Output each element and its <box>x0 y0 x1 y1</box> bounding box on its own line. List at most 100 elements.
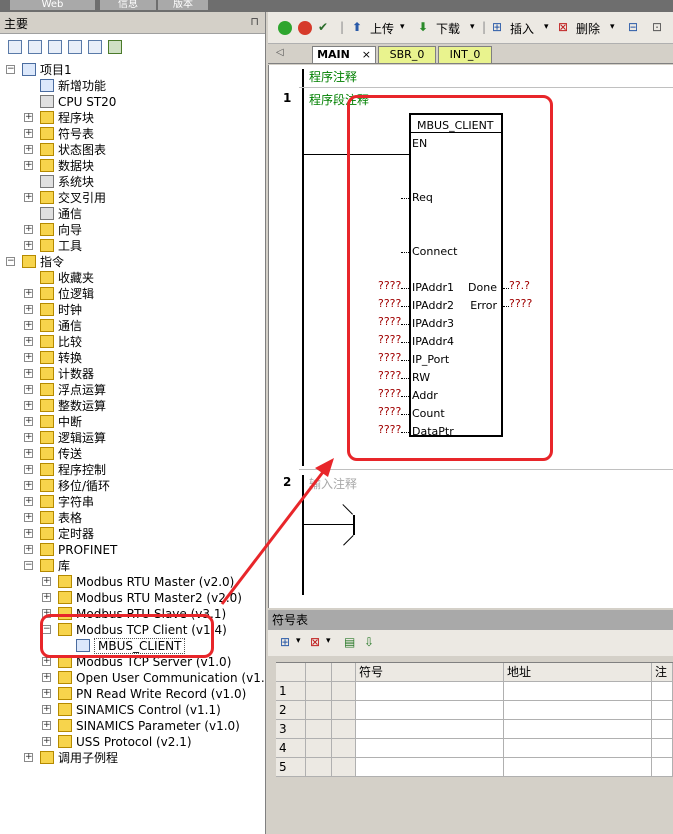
view-icon[interactable] <box>8 40 22 54</box>
tree-item[interactable]: + 状态图表 <box>0 142 265 158</box>
table-cell[interactable] <box>652 682 673 701</box>
table-cell[interactable] <box>306 720 332 739</box>
expand-icon[interactable]: + <box>24 529 33 538</box>
tree-item[interactable]: CPU ST20 <box>0 94 265 110</box>
tree-item[interactable]: + PROFINET <box>0 542 265 558</box>
expand-icon[interactable]: + <box>24 225 33 234</box>
stop-icon[interactable] <box>298 21 312 35</box>
list-icon[interactable] <box>88 40 102 54</box>
table-cell[interactable] <box>652 739 673 758</box>
expand-icon[interactable]: + <box>24 193 33 202</box>
collapse-icon[interactable]: − <box>24 561 33 570</box>
row-header[interactable]: 3 <box>276 720 306 739</box>
expand-icon[interactable]: + <box>42 705 51 714</box>
program-comment[interactable]: 程序注释 <box>309 68 357 85</box>
tree-item[interactable]: + 程序控制 <box>0 462 265 478</box>
tree-item[interactable]: + 整数运算 <box>0 398 265 414</box>
table-cell[interactable] <box>504 739 652 758</box>
expand-icon[interactable]: + <box>24 369 33 378</box>
symbol-table-grid[interactable]: 符号 地址注 1 2 3 4 5 <box>276 662 673 777</box>
tree-item[interactable]: + 定时器 <box>0 526 265 542</box>
tree-item[interactable]: 收藏夹 <box>0 270 265 286</box>
tree-item[interactable]: + 移位/循环 <box>0 478 265 494</box>
document-icon[interactable] <box>68 40 82 54</box>
expand-icon[interactable]: + <box>24 129 33 138</box>
insert-dropdown-icon[interactable]: ▾ <box>544 22 549 32</box>
chart-icon[interactable]: ▤ <box>344 635 355 649</box>
add-row-icon[interactable]: ⊞ <box>280 635 290 649</box>
expand-icon[interactable]: + <box>24 753 33 762</box>
info-tab[interactable]: 信息 <box>100 0 156 10</box>
tree-item[interactable]: + 转换 <box>0 350 265 366</box>
web-tab[interactable]: Web <box>10 0 95 10</box>
tree-item[interactable]: + USS Protocol (v2.1) <box>0 734 265 750</box>
insert-icon[interactable]: ⊞ <box>492 20 502 34</box>
table-cell[interactable] <box>356 682 504 701</box>
download-dropdown-icon[interactable]: ▾ <box>470 22 475 32</box>
apply-icon[interactable]: ⇩ <box>364 635 374 649</box>
expand-icon[interactable]: + <box>42 657 51 666</box>
tree-item[interactable]: + 程序块 <box>0 110 265 126</box>
add-dropdown-icon[interactable]: ▾ <box>296 636 301 646</box>
tree-item[interactable]: + 传送 <box>0 446 265 462</box>
tree-item[interactable]: + 工具 <box>0 238 265 254</box>
tree-item[interactable]: + Modbus RTU Master (v2.0) <box>0 574 265 590</box>
network-icon[interactable] <box>108 40 122 54</box>
table-cell[interactable] <box>652 701 673 720</box>
expand-icon[interactable]: + <box>42 689 51 698</box>
collapse-icon[interactable]: − <box>6 257 15 266</box>
table-cell[interactable] <box>332 701 356 720</box>
expand-icon[interactable]: + <box>24 161 33 170</box>
delete-row-icon[interactable]: ⊠ <box>310 635 320 649</box>
tree-item[interactable]: + 计数器 <box>0 366 265 382</box>
column-header-comment-icon[interactable] <box>332 663 356 682</box>
tree-item[interactable]: − 库 <box>0 558 265 574</box>
pin-icon[interactable]: ⊓ <box>250 15 259 28</box>
tools-icon[interactable]: ⊡ <box>652 20 662 34</box>
tree-item[interactable]: + 向导 <box>0 222 265 238</box>
expand-icon[interactable]: + <box>24 305 33 314</box>
row-header[interactable]: 4 <box>276 739 306 758</box>
expand-icon[interactable]: + <box>24 513 33 522</box>
expand-icon[interactable]: + <box>42 721 51 730</box>
expand-icon[interactable]: + <box>24 337 33 346</box>
expand-icon[interactable]: + <box>24 433 33 442</box>
table-cell[interactable] <box>652 758 673 777</box>
table-cell[interactable] <box>332 682 356 701</box>
column-header[interactable]: 地址 <box>504 663 652 682</box>
table-cell[interactable] <box>306 682 332 701</box>
table-cell[interactable] <box>504 682 652 701</box>
download-button[interactable]: 下载 <box>436 20 460 37</box>
tree-item[interactable]: 系统块 <box>0 174 265 190</box>
tree-item[interactable]: 通信 <box>0 206 265 222</box>
expand-icon[interactable]: + <box>24 465 33 474</box>
expand-icon[interactable]: + <box>24 353 33 362</box>
close-icon[interactable]: × <box>362 48 371 61</box>
column-header[interactable]: 注 <box>652 663 673 682</box>
expand-icon[interactable]: + <box>24 417 33 426</box>
table-cell[interactable] <box>332 720 356 739</box>
tree-item[interactable]: + 表格 <box>0 510 265 526</box>
expand-icon[interactable]: + <box>24 385 33 394</box>
tree-item[interactable]: 新增功能 <box>0 78 265 94</box>
tree-item[interactable]: + PN Read Write Record (v1.0) <box>0 686 265 702</box>
expand-icon[interactable]: + <box>24 321 33 330</box>
tree-item[interactable]: + SINAMICS Parameter (v1.0) <box>0 718 265 734</box>
download-icon[interactable]: ⬇ <box>418 20 428 34</box>
column-header[interactable]: 符号 <box>356 663 504 682</box>
table-cell[interactable] <box>356 720 504 739</box>
expand-icon[interactable]: + <box>42 593 51 602</box>
delete-button[interactable]: 删除 <box>576 20 600 37</box>
table-cell[interactable] <box>356 739 504 758</box>
tab-int-0[interactable]: INT_0 <box>438 46 492 63</box>
expand-icon[interactable]: + <box>24 449 33 458</box>
tree-item[interactable]: + 调用子例程 <box>0 750 265 766</box>
tree-item[interactable]: − 项目1 <box>0 62 265 78</box>
tab-scroll-left-icon[interactable]: ◁ <box>276 47 284 58</box>
expand-icon[interactable]: + <box>24 289 33 298</box>
tree-item[interactable]: + 数据块 <box>0 158 265 174</box>
expand-icon[interactable]: + <box>42 673 51 682</box>
tree-item[interactable]: − 指令 <box>0 254 265 270</box>
table-cell[interactable] <box>652 720 673 739</box>
collapse-icon[interactable]: − <box>6 65 15 74</box>
